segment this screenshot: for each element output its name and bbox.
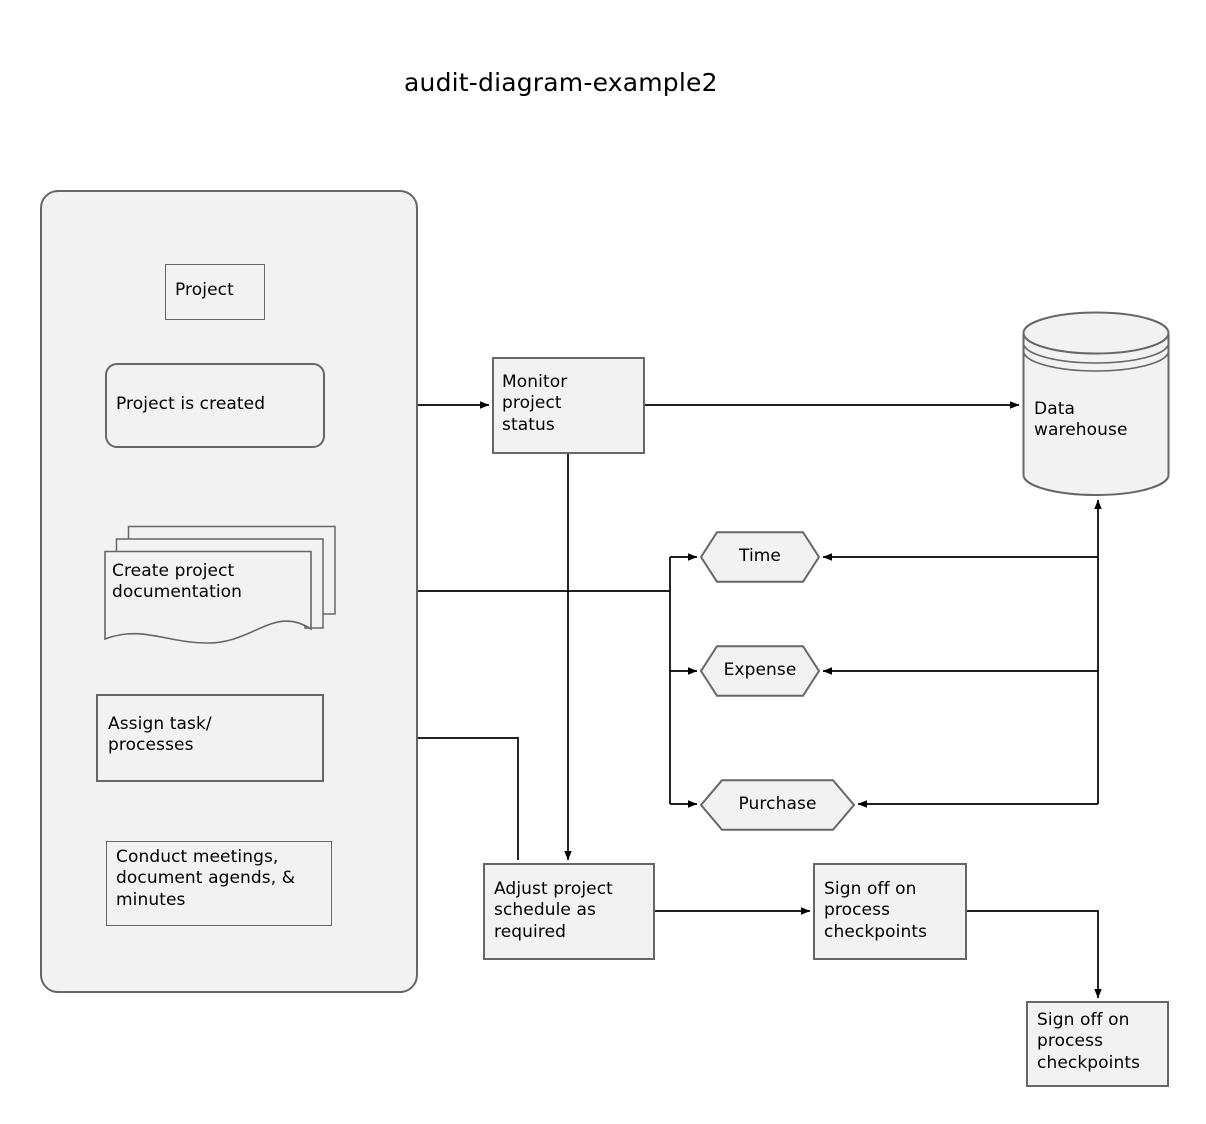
edge-signoff-to-signoff2 [967, 910, 1102, 999]
node-assign-task-processes[interactable]: Assign task/ processes [96, 694, 324, 782]
node-data-warehouse[interactable]: Data warehouse [1022, 311, 1170, 497]
node-project-label: Project [175, 280, 234, 300]
node-time-label: Time [738, 546, 781, 567]
node-monitor-project-status-label: Monitor project status [502, 372, 568, 435]
page-title: audit-diagram-example2 [404, 68, 718, 97]
node-sign-off-process-checkpoints-1[interactable]: Sign off on process checkpoints [813, 863, 967, 960]
node-purchase[interactable]: Purchase [700, 779, 855, 831]
node-adjust-project-schedule-label: Adjust project schedule as required [494, 879, 613, 942]
node-adjust-project-schedule[interactable]: Adjust project schedule as required [483, 863, 655, 960]
node-create-project-documentation[interactable]: Create project documentation [104, 513, 336, 651]
node-project[interactable]: Project [165, 264, 265, 320]
node-project-is-created-label: Project is created [116, 394, 266, 414]
diagram-canvas: audit-diagram-example2 Project Project i… [0, 0, 1206, 1124]
node-create-project-documentation-label: Create project documentation [112, 561, 243, 603]
node-expense-label: Expense [723, 660, 797, 681]
node-conduct-meetings[interactable]: Conduct meetings, document agends, & min… [106, 841, 332, 926]
node-expense[interactable]: Expense [700, 645, 820, 697]
node-time[interactable]: Time [700, 531, 820, 583]
node-assign-task-processes-label: Assign task/ processes [108, 714, 212, 756]
node-sign-off-process-checkpoints-2-label: Sign off on process checkpoints [1037, 1010, 1141, 1073]
node-conduct-meetings-label: Conduct meetings, document agends, & min… [116, 847, 296, 910]
node-sign-off-process-checkpoints-1-label: Sign off on process checkpoints [824, 879, 928, 942]
node-project-is-created[interactable]: Project is created [105, 363, 325, 448]
node-purchase-label: Purchase [738, 794, 817, 815]
node-data-warehouse-label: Data warehouse [1034, 399, 1128, 441]
node-monitor-project-status[interactable]: Monitor project status [492, 357, 645, 454]
node-sign-off-process-checkpoints-2[interactable]: Sign off on process checkpoints [1026, 1001, 1169, 1087]
